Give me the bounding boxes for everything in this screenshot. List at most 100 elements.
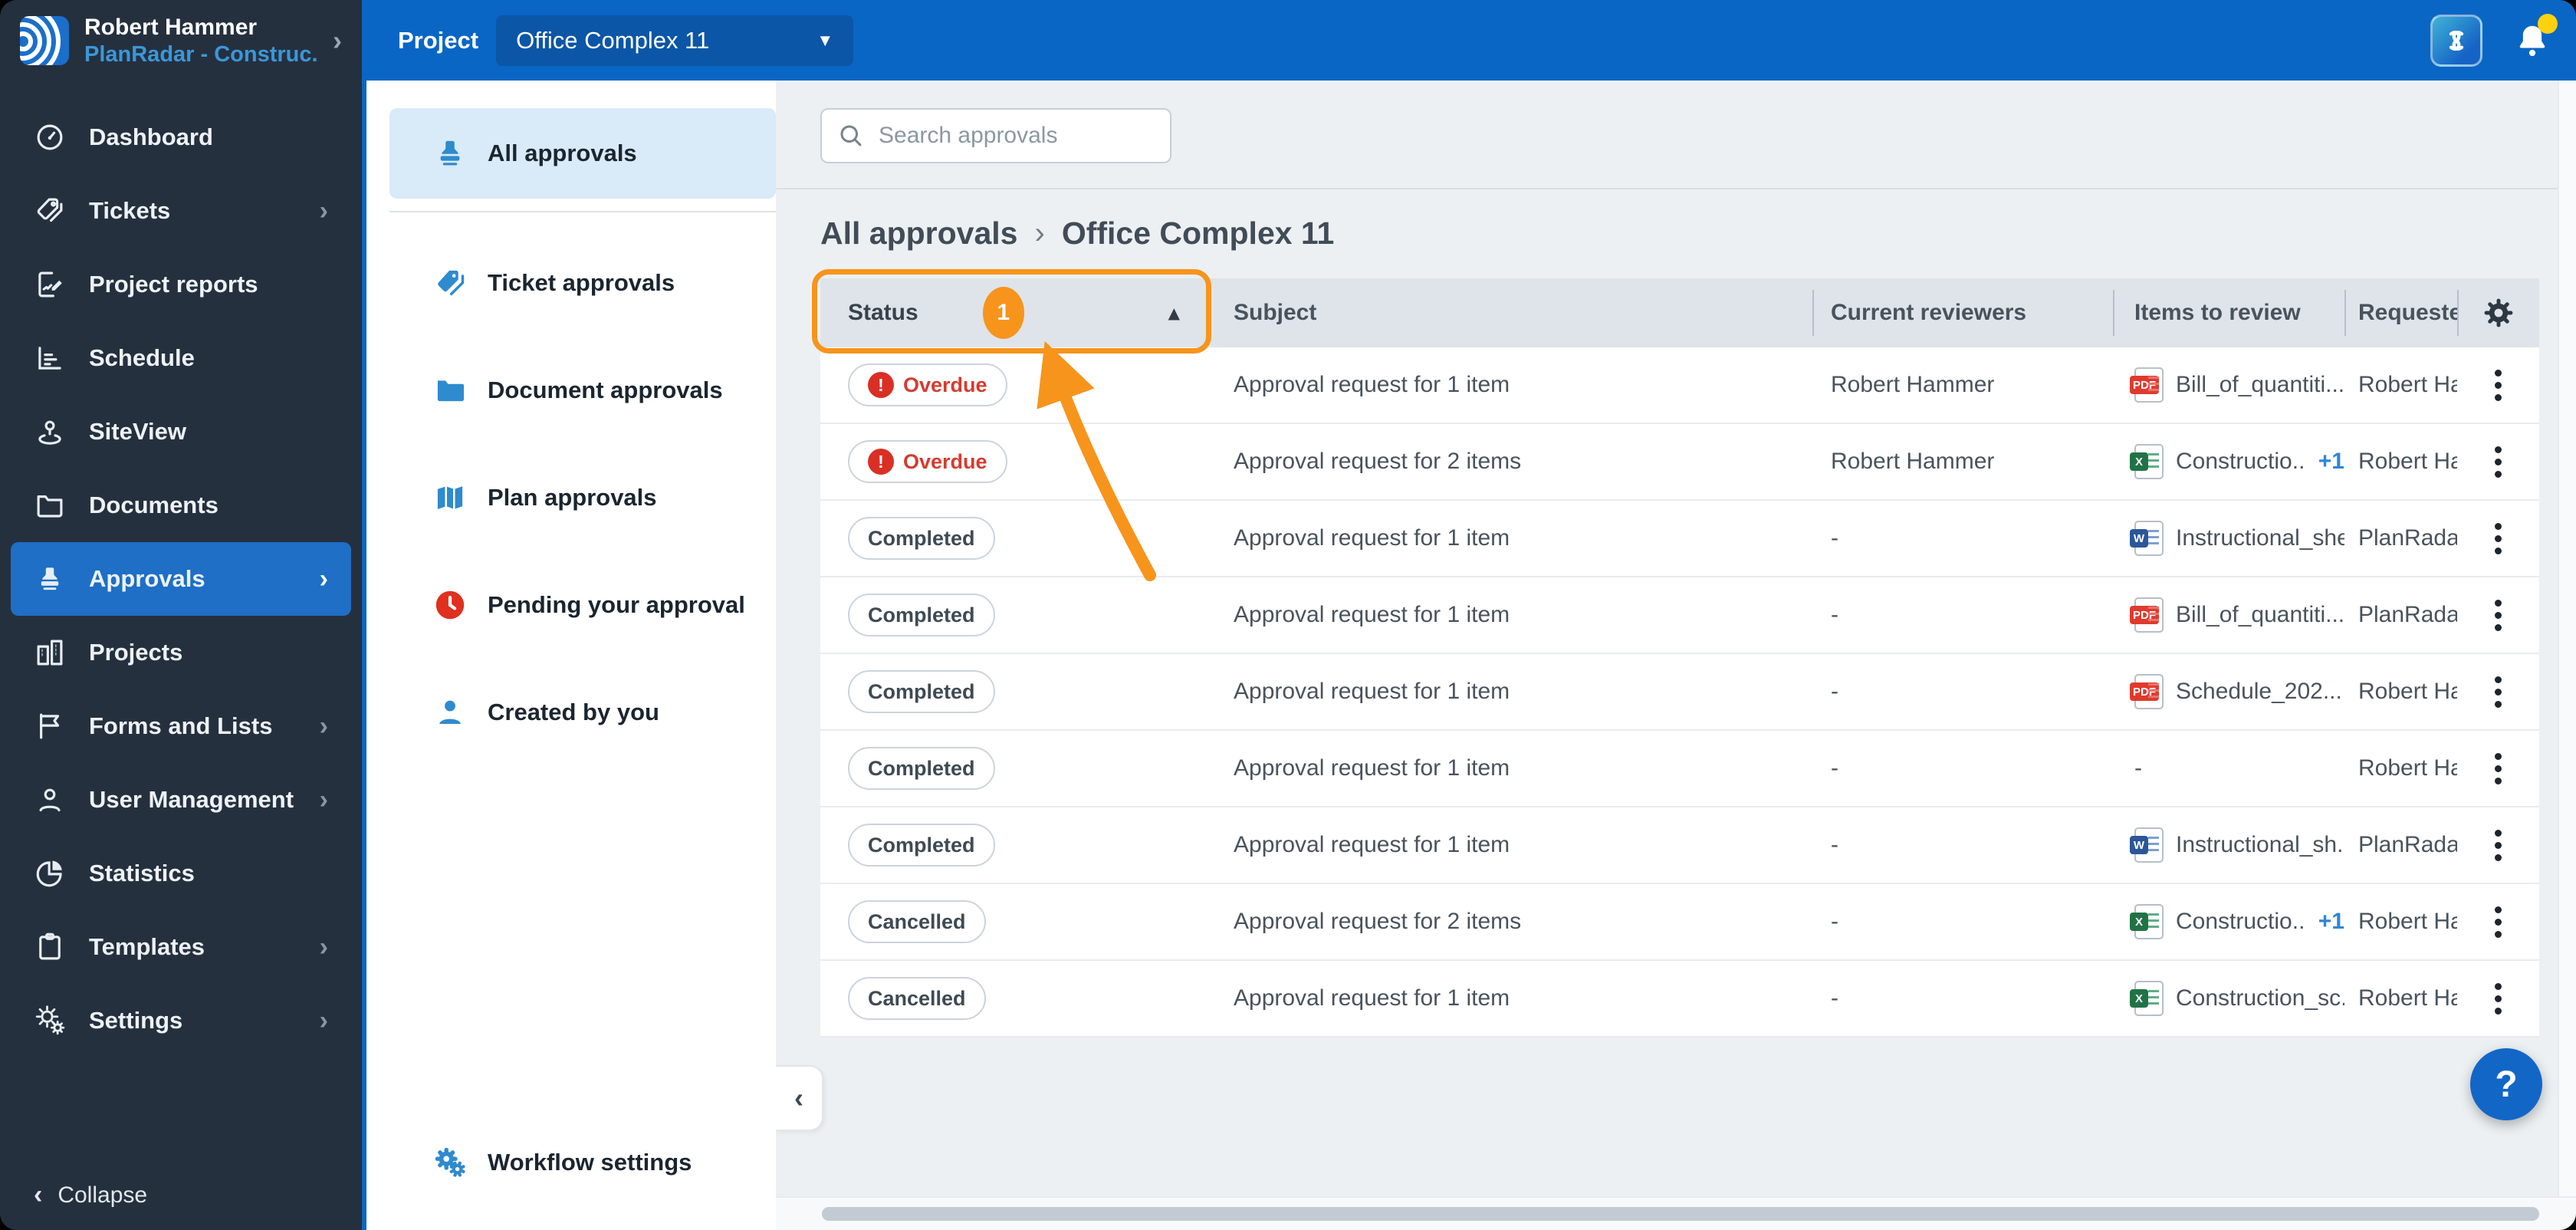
panel-item-workflow-settings[interactable]: Workflow settings <box>389 1109 776 1216</box>
sidebar-item-project-reports[interactable]: Project reports <box>11 248 351 321</box>
table-row[interactable]: ! Completed Approval request for 1 item … <box>820 654 2539 731</box>
sidebar-item-dashboard[interactable]: Dashboard <box>11 100 351 174</box>
row-menu-button[interactable] <box>2495 534 2502 542</box>
status-filter-count-badge: 1 <box>982 287 1024 339</box>
help-button[interactable]: ? <box>2470 1048 2542 1120</box>
panel-item-all-approvals[interactable]: All approvals <box>389 108 776 199</box>
sidebar-item-siteview[interactable]: SiteView <box>11 395 351 469</box>
subject-cell: Approval request for 1 item <box>1234 602 1510 627</box>
row-menu-button[interactable] <box>2495 841 2502 849</box>
forms-flag-icon <box>40 713 60 739</box>
column-header-status[interactable]: Status 1 ▲ <box>820 278 1206 347</box>
sidebar-item-schedule[interactable]: Schedule <box>11 321 351 395</box>
sidebar-item-documents[interactable]: Documents <box>11 469 351 542</box>
planradar-connect-button[interactable] <box>2430 14 2482 67</box>
sidebar-item-settings[interactable]: Settings › <box>11 984 351 1057</box>
row-menu-button[interactable] <box>2495 765 2502 772</box>
account-switcher[interactable]: Robert Hammer PlanRadar - Construc... › <box>0 0 362 81</box>
main-content: All approvals › Office Complex 11 Status… <box>776 81 2576 1230</box>
file-icon: X <box>2130 981 2164 1016</box>
file-name[interactable]: Instructional_sh... <box>2176 832 2344 858</box>
current-reviewers-cell: - <box>1831 832 1838 857</box>
panel-item-pending-your-approval[interactable]: Pending your approval <box>389 551 776 659</box>
requester-cell: Robert Ha <box>2358 909 2457 934</box>
file-name[interactable]: Schedule_202... <box>2176 679 2342 705</box>
panel-item-plan-approvals[interactable]: Plan approvals <box>389 444 776 551</box>
table-row[interactable]: ! Completed Approval request for 1 item … <box>820 807 2539 884</box>
sidebar-nav: Dashboard Tickets › Project reports Sche… <box>0 81 362 1057</box>
table-row[interactable]: ! Completed Approval request for 1 item … <box>820 577 2539 654</box>
search-input[interactable] <box>877 122 1155 150</box>
subject-cell: Approval request for 2 items <box>1234 449 1522 474</box>
notifications-button[interactable] <box>2509 13 2558 64</box>
column-header-current-reviewers[interactable]: Current reviewers <box>1812 278 2113 347</box>
current-reviewers-cell: - <box>1831 985 1838 1011</box>
items-to-review-cell: W Instructional_she... <box>2113 521 2344 556</box>
search-icon <box>840 125 862 146</box>
row-menu-button[interactable] <box>2495 458 2502 465</box>
sidebar-item-user-management[interactable]: User Management › <box>11 763 351 837</box>
sidebar-item-tickets[interactable]: Tickets › <box>11 174 351 248</box>
items-to-review-cell: W Instructional_sh... <box>2113 827 2344 863</box>
file-name[interactable]: Construction_sc... <box>2176 985 2344 1011</box>
extra-items-count[interactable]: +1 <box>2318 449 2344 475</box>
table-row[interactable]: ! Completed Approval request for 1 item … <box>820 501 2539 577</box>
table-row[interactable]: ! Cancelled Approval request for 2 items… <box>820 884 2539 961</box>
panel-item-ticket-approvals[interactable]: Ticket approvals <box>389 229 776 337</box>
table-row[interactable]: ! Cancelled Approval request for 1 item … <box>820 961 2539 1038</box>
column-header-requester[interactable]: Requester <box>2344 278 2457 347</box>
siteview-icon <box>38 420 61 445</box>
status-badge: ! Completed <box>848 670 995 713</box>
file-name[interactable]: - <box>2134 755 2142 781</box>
status-badge: ! Completed <box>848 824 995 867</box>
table-header-row: Status 1 ▲ Subject Current reviewers Ite… <box>820 278 2539 347</box>
file-icon: PDF <box>2130 597 2164 633</box>
question-mark-icon: ? <box>2495 1064 2518 1105</box>
chevron-right-icon: › <box>319 932 328 962</box>
planradar-logo-icon <box>20 15 69 65</box>
breadcrumb-all-approvals[interactable]: All approvals <box>820 215 1017 252</box>
file-name[interactable]: Bill_of_quantiti... <box>2176 372 2344 398</box>
column-header-items-to-review[interactable]: Items to review <box>2113 278 2344 347</box>
row-menu-button[interactable] <box>2495 995 2502 1002</box>
main-sidebar: Robert Hammer PlanRadar - Construc... › … <box>0 0 362 1230</box>
file-name[interactable]: Constructio... <box>2176 449 2306 475</box>
column-header-subject[interactable]: Subject <box>1206 278 1812 347</box>
user-management-icon <box>39 788 61 812</box>
status-badge: ! Cancelled <box>848 977 986 1020</box>
workflow-gears-icon <box>435 1147 465 1177</box>
status-badge: ! Overdue <box>848 440 1007 483</box>
status-badge: ! Completed <box>848 747 995 790</box>
row-menu-button[interactable] <box>2495 688 2502 696</box>
current-reviewers-cell: - <box>1831 909 1838 934</box>
collapse-sidebar-button[interactable]: ‹ Collapse <box>34 1180 147 1210</box>
file-name[interactable]: Constructio... <box>2176 909 2306 935</box>
row-menu-button[interactable] <box>2495 611 2502 619</box>
project-reports-icon <box>38 271 62 298</box>
table-row[interactable]: ! Completed Approval request for 1 item … <box>820 731 2539 807</box>
table-row[interactable]: ! Overdue Approval request for 1 item Ro… <box>820 347 2539 424</box>
search-box[interactable] <box>820 108 1171 163</box>
table-row[interactable]: ! Overdue Approval request for 2 items R… <box>820 424 2539 501</box>
sidebar-item-statistics[interactable]: Statistics <box>11 837 351 910</box>
collapse-panel-tab[interactable]: ‹ <box>776 1065 823 1131</box>
sidebar-item-templates[interactable]: Templates › <box>11 910 351 984</box>
horizontal-scrollbar-thumb[interactable] <box>822 1207 2539 1221</box>
row-menu-button[interactable] <box>2495 918 2502 926</box>
vertical-scrollbar-track[interactable] <box>2558 81 2576 1196</box>
project-select[interactable]: Office Complex 11 ▼ <box>496 15 854 66</box>
sidebar-item-forms-and-lists[interactable]: Forms and Lists › <box>11 689 351 763</box>
column-header-settings[interactable] <box>2457 278 2539 347</box>
panel-item-created-by-you[interactable]: Created by you <box>389 659 776 766</box>
subject-cell: Approval request for 1 item <box>1234 832 1510 857</box>
panel-item-document-approvals[interactable]: Document approvals <box>389 337 776 444</box>
ticket-tag-icon <box>438 270 465 296</box>
sidebar-item-approvals[interactable]: Approvals › <box>11 542 351 616</box>
extra-items-count[interactable]: +1 <box>2318 909 2344 935</box>
row-menu-button[interactable] <box>2495 381 2502 389</box>
sidebar-item-projects[interactable]: Projects <box>11 616 351 689</box>
file-name[interactable]: Instructional_she... <box>2176 525 2344 551</box>
projects-icon <box>37 640 63 666</box>
chevron-right-icon: › <box>333 24 342 56</box>
file-name[interactable]: Bill_of_quantiti... <box>2176 602 2344 628</box>
